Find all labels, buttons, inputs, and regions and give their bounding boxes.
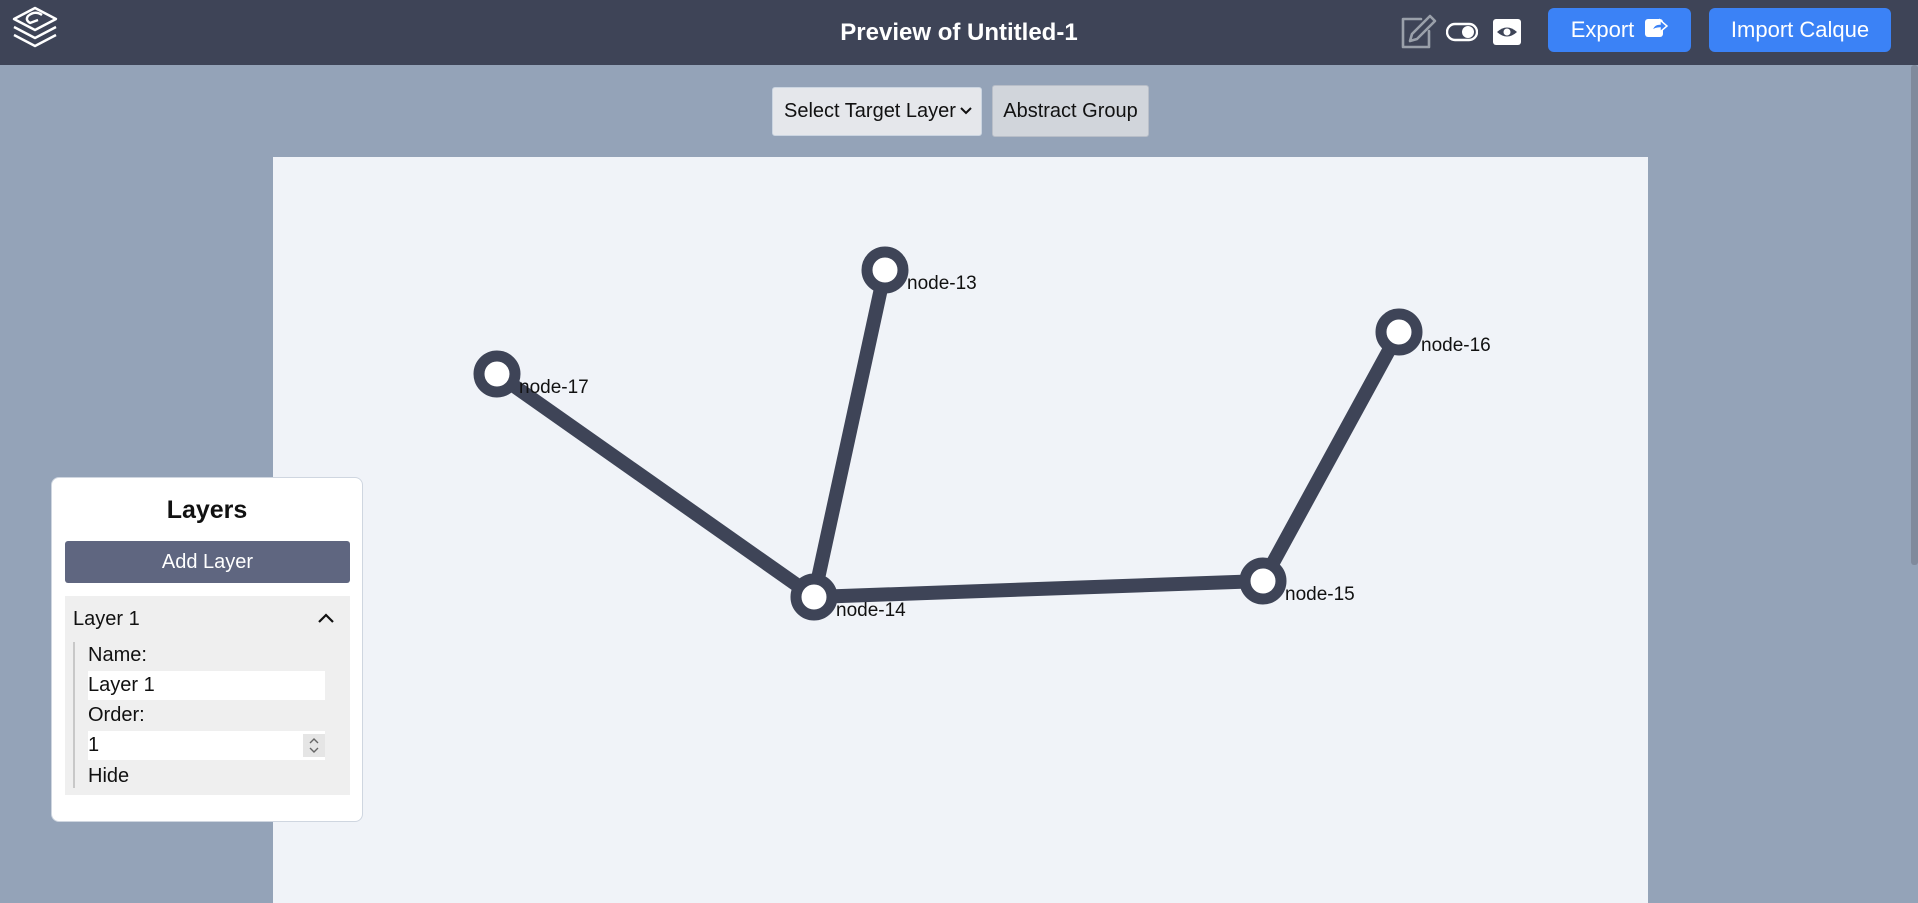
graph-node-node-16[interactable]	[1375, 308, 1423, 356]
target-layer-select-label: Select Target Layer	[784, 100, 956, 122]
layer-hide-toggle[interactable]: Hide	[88, 765, 129, 788]
top-bar: Preview of Untitled-1 Export Import Calq…	[0, 0, 1918, 65]
share-icon	[1644, 16, 1669, 44]
layer-settings: Name: Layer 1 Order: 1 Hide	[73, 642, 335, 788]
chevron-down-icon	[959, 100, 973, 128]
layers-panel: Layers Add Layer Layer 1 Name: Layer 1 O…	[51, 477, 363, 822]
graph-node-node-13[interactable]	[861, 246, 909, 294]
layer-order-label: Order:	[88, 704, 145, 726]
graph-edge-node-15-node-16[interactable]	[1256, 328, 1406, 585]
graph-svg[interactable]: node-13 node-14 node-15 node-16 node-17	[273, 157, 1648, 903]
export-label: Export	[1570, 17, 1635, 42]
layer-item: Layer 1 Name: Layer 1 Order: 1 Hide	[65, 596, 350, 795]
import-calque-button[interactable]: Import Calque	[1709, 8, 1891, 52]
export-button[interactable]: Export	[1548, 8, 1691, 52]
page-scrollbar[interactable]	[1911, 65, 1918, 565]
abstract-group-button[interactable]: Abstract Group	[992, 85, 1149, 137]
title-prefix: Preview of	[840, 19, 961, 46]
graph-edge-node-17-node-14[interactable]	[492, 368, 819, 603]
graph-edge-node-14-node-15[interactable]	[813, 574, 1264, 604]
graph-node-label: node-14	[836, 600, 906, 621]
preview-eye-icon[interactable]	[1490, 12, 1524, 52]
graph-node-node-15[interactable]	[1239, 557, 1287, 605]
layer-order-input[interactable]: 1	[88, 731, 325, 760]
target-layer-select[interactable]: Select Target Layer	[772, 87, 982, 136]
layer-name-input[interactable]: Layer 1	[88, 671, 325, 700]
import-label: Import Calque	[1730, 17, 1870, 42]
layer-order-value: 1	[88, 734, 100, 756]
abstract-group-label: Abstract Group	[1003, 99, 1138, 122]
layer-name-label: Name:	[88, 644, 147, 666]
app-logo-icon[interactable]	[8, 4, 62, 58]
layer-header[interactable]: Layer 1	[73, 604, 343, 634]
add-layer-label: Add Layer	[161, 550, 254, 573]
graph-node-node-17[interactable]	[473, 350, 521, 398]
graph-node-label: node-15	[1285, 584, 1355, 605]
graph-canvas[interactable]: node-13 node-14 node-15 node-16 node-17	[273, 157, 1648, 903]
document-name[interactable]: Untitled-1	[967, 19, 1078, 46]
layers-title: Layers	[166, 496, 248, 524]
edit-icon[interactable]	[1396, 12, 1438, 52]
chevron-up-icon[interactable]	[315, 608, 337, 636]
add-layer-button[interactable]: Add Layer	[65, 541, 350, 583]
toggle-icon[interactable]	[1446, 12, 1478, 52]
graph-node-label: node-13	[907, 273, 977, 294]
number-stepper-icon[interactable]	[303, 734, 325, 757]
graph-node-node-14[interactable]	[790, 573, 838, 621]
layer-header-label: Layer 1	[73, 607, 140, 630]
graph-node-label: node-16	[1421, 335, 1491, 356]
graph-edge-node-13-node-14[interactable]	[807, 268, 892, 599]
graph-node-label: node-17	[519, 377, 589, 398]
